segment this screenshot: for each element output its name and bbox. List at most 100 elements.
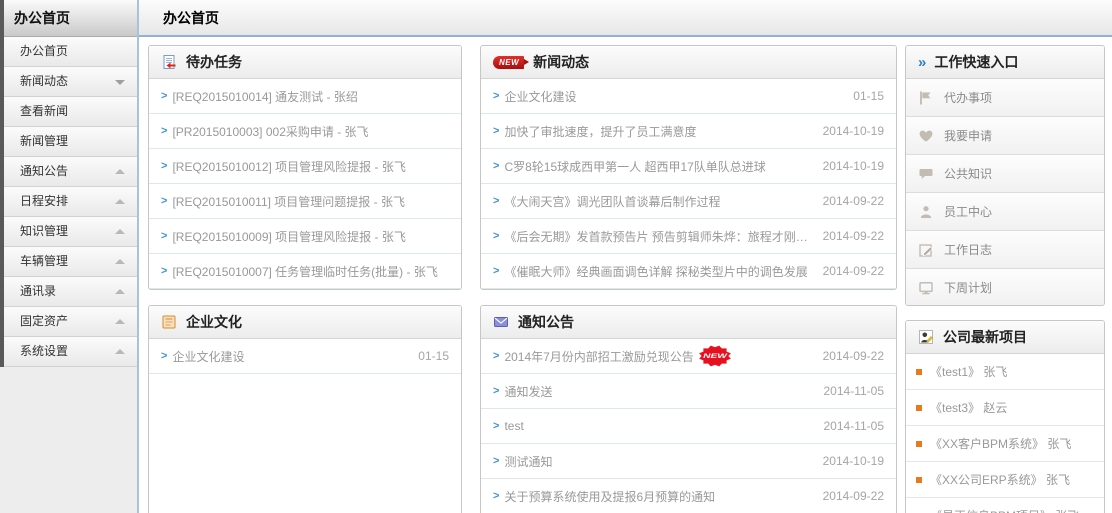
sidebar-item[interactable]: 知识管理 <box>4 217 137 247</box>
todo-item[interactable]: > [REQ2015010007] 任务管理临时任务(批量) - 张飞 <box>149 254 461 289</box>
culture-book-icon <box>161 314 177 330</box>
quick-entry-label: 下周计划 <box>944 279 992 296</box>
quick-entry-panel: » 工作快速入口 代办事项 我要申请 公共知识 员工中心 工作 <box>905 45 1105 306</box>
project-item[interactable]: 《test3》 赵云 <box>906 390 1104 426</box>
sidebar-item-label: 新闻动态 <box>20 74 68 88</box>
culture-item[interactable]: > 企业文化建设 01-15 <box>149 339 461 374</box>
project-item[interactable]: 《XX公司ERP系统》 张飞 <box>906 462 1104 498</box>
quick-entry-label: 员工中心 <box>944 203 992 220</box>
notice-item[interactable]: > test 2014-11-05 <box>481 409 896 444</box>
chevron-right-icon: > <box>161 90 167 102</box>
edit-icon <box>918 242 934 258</box>
notice-item[interactable]: > 关于预算系统使用及提报6月预算的通知 2014-09-22 <box>481 479 896 513</box>
news-list: > 企业文化建设 01-15 > 加快了审批速度，提升了员工满意度 2014-1… <box>481 79 896 289</box>
collapse-arrow-icon[interactable] <box>115 349 125 354</box>
culture-panel-title: 企业文化 <box>186 312 242 332</box>
news-item-text: C罗8轮15球成西甲第一人 超西甲17队单队总进球 <box>504 158 814 175</box>
chevron-right-icon: > <box>161 195 167 207</box>
sidebar-item[interactable]: 新闻管理 <box>4 127 137 157</box>
orange-bullet-icon <box>916 441 922 447</box>
news-item-text: 企业文化建设 <box>504 88 845 105</box>
projects-panel: 公司最新项目 《test1》 张飞 《test3》 赵云 《XX客户BPM系统》… <box>905 320 1105 513</box>
todo-item-text: [REQ2015010009] 项目管理风险提报 - 张飞 <box>172 228 449 245</box>
sidebar-item-label: 知识管理 <box>20 224 68 238</box>
notice-panel-header: 通知公告 <box>481 306 896 339</box>
notice-item-date: 2014-09-22 <box>823 489 884 503</box>
quick-entry-label: 公共知识 <box>944 165 992 182</box>
sidebar-menu: 办公首页 新闻动态 查看新闻 新闻管理 通知公告 <box>4 37 137 367</box>
sidebar-item-label: 通讯录 <box>20 284 56 298</box>
chevron-right-icon: > <box>493 90 499 102</box>
news-item-date: 2014-09-22 <box>823 194 884 208</box>
sidebar-item-label: 办公首页 <box>20 44 68 58</box>
quick-entry-item[interactable]: 下周计划 <box>906 269 1104 306</box>
news-item[interactable]: > 《催眠大师》经典画面调色详解 探秘类型片中的调色发展 2014-09-22 <box>481 254 896 289</box>
news-item-date: 01-15 <box>853 89 884 103</box>
quick-entry-item[interactable]: 工作日志 <box>906 231 1104 269</box>
sidebar-item[interactable]: 办公首页 <box>4 37 137 67</box>
orange-bullet-icon <box>916 369 922 375</box>
quick-entry-item[interactable]: 代办事项 <box>906 79 1104 117</box>
collapse-arrow-icon[interactable] <box>115 289 125 294</box>
news-item[interactable]: > 企业文化建设 01-15 <box>481 79 896 114</box>
notice-panel: 通知公告 > 2014年7月份内部招工激励兑现公告 NEW 2014-09-22… <box>480 305 897 513</box>
notice-item[interactable]: > 通知发送 2014-11-05 <box>481 374 896 409</box>
collapse-arrow-icon[interactable] <box>115 319 125 324</box>
quick-entry-item[interactable]: 公共知识 <box>906 155 1104 193</box>
notice-item-text: 通知发送 <box>504 383 552 400</box>
orange-bullet-icon <box>916 405 922 411</box>
culture-list: > 企业文化建设 01-15 <box>149 339 461 374</box>
sidebar-item[interactable]: 新闻动态 <box>4 67 137 97</box>
collapse-arrow-icon[interactable] <box>115 199 125 204</box>
sidebar-item[interactable]: 查看新闻 <box>4 97 137 127</box>
notice-item[interactable]: > 2014年7月份内部招工激励兑现公告 NEW 2014-09-22 <box>481 339 896 374</box>
speech-bubble-icon <box>918 166 934 182</box>
news-item[interactable]: > 《大闹天宫》调光团队首谈幕后制作过程 2014-09-22 <box>481 184 896 219</box>
sidebar-item[interactable]: 固定资产 <box>4 307 137 337</box>
sidebar-item[interactable]: 通知公告 <box>4 157 137 187</box>
project-item[interactable]: 《test1》 张飞 <box>906 354 1104 390</box>
sidebar-item[interactable]: 日程安排 <box>4 187 137 217</box>
news-panel-title: 新闻动态 <box>533 52 589 72</box>
project-item-text: 《test3》 赵云 <box>930 399 1094 416</box>
new-badge-icon: NEW <box>493 56 524 69</box>
news-item[interactable]: > 加快了审批速度，提升了员工满意度 2014-10-19 <box>481 114 896 149</box>
todo-item-text: [PR2015010003] 002采购申请 - 张飞 <box>172 123 449 140</box>
quick-entry-item[interactable]: 我要申请 <box>906 117 1104 155</box>
envelope-icon <box>493 314 509 330</box>
todo-item-text: [REQ2015010011] 项目管理问题提报 - 张飞 <box>172 193 449 210</box>
collapse-arrow-icon[interactable] <box>115 80 125 85</box>
quick-entry-item[interactable]: 员工中心 <box>906 193 1104 231</box>
sidebar-item[interactable]: 车辆管理 <box>4 247 137 277</box>
person-writing-icon <box>918 329 934 345</box>
project-item[interactable]: 《易正信息BPM项目》 张飞 <box>906 498 1104 513</box>
news-item-text: 《催眠大师》经典画面调色详解 探秘类型片中的调色发展 <box>504 263 814 280</box>
todo-item[interactable]: > [REQ2015010012] 项目管理风险提报 - 张飞 <box>149 149 461 184</box>
news-item-date: 2014-10-19 <box>823 124 884 138</box>
todo-item[interactable]: > [REQ2015010011] 项目管理问题提报 - 张飞 <box>149 184 461 219</box>
collapse-arrow-icon[interactable] <box>115 229 125 234</box>
chevron-right-icon: > <box>493 455 499 467</box>
notice-item[interactable]: > 测试通知 2014-10-19 <box>481 444 896 479</box>
news-item-text: 《后会无期》发首款预告片 预告剪辑师朱烨：旅程才刚刚开始 <box>504 228 814 245</box>
todo-item[interactable]: > [REQ2015010009] 项目管理风险提报 - 张飞 <box>149 219 461 254</box>
news-item-text: 加快了审批速度，提升了员工满意度 <box>504 123 814 140</box>
project-item[interactable]: 《XX客户BPM系统》 张飞 <box>906 426 1104 462</box>
new-starburst-icon: NEW <box>699 347 731 364</box>
collapse-arrow-icon[interactable] <box>115 259 125 264</box>
quick-entry-label: 工作日志 <box>944 241 992 258</box>
collapse-arrow-icon[interactable] <box>115 169 125 174</box>
todo-item[interactable]: > [PR2015010003] 002采购申请 - 张飞 <box>149 114 461 149</box>
chevron-right-icon: > <box>161 160 167 172</box>
sidebar-item[interactable]: 通讯录 <box>4 277 137 307</box>
notice-item-date: 2014-11-05 <box>824 384 885 398</box>
projects-panel-title: 公司最新项目 <box>943 327 1027 347</box>
document-task-icon <box>161 54 177 70</box>
news-item[interactable]: > C罗8轮15球成西甲第一人 超西甲17队单队总进球 2014-10-19 <box>481 149 896 184</box>
project-item-text: 《test1》 张飞 <box>930 363 1094 380</box>
todo-item[interactable]: > [REQ2015010014] 通友测试 - 张绍 <box>149 79 461 114</box>
news-item[interactable]: > 《后会无期》发首款预告片 预告剪辑师朱烨：旅程才刚刚开始 2014-09-2… <box>481 219 896 254</box>
notice-item-text: 2014年7月份内部招工激励兑现公告 <box>504 348 693 365</box>
sidebar-item[interactable]: 系统设置 <box>4 337 137 367</box>
chevron-right-icon: > <box>493 265 499 277</box>
